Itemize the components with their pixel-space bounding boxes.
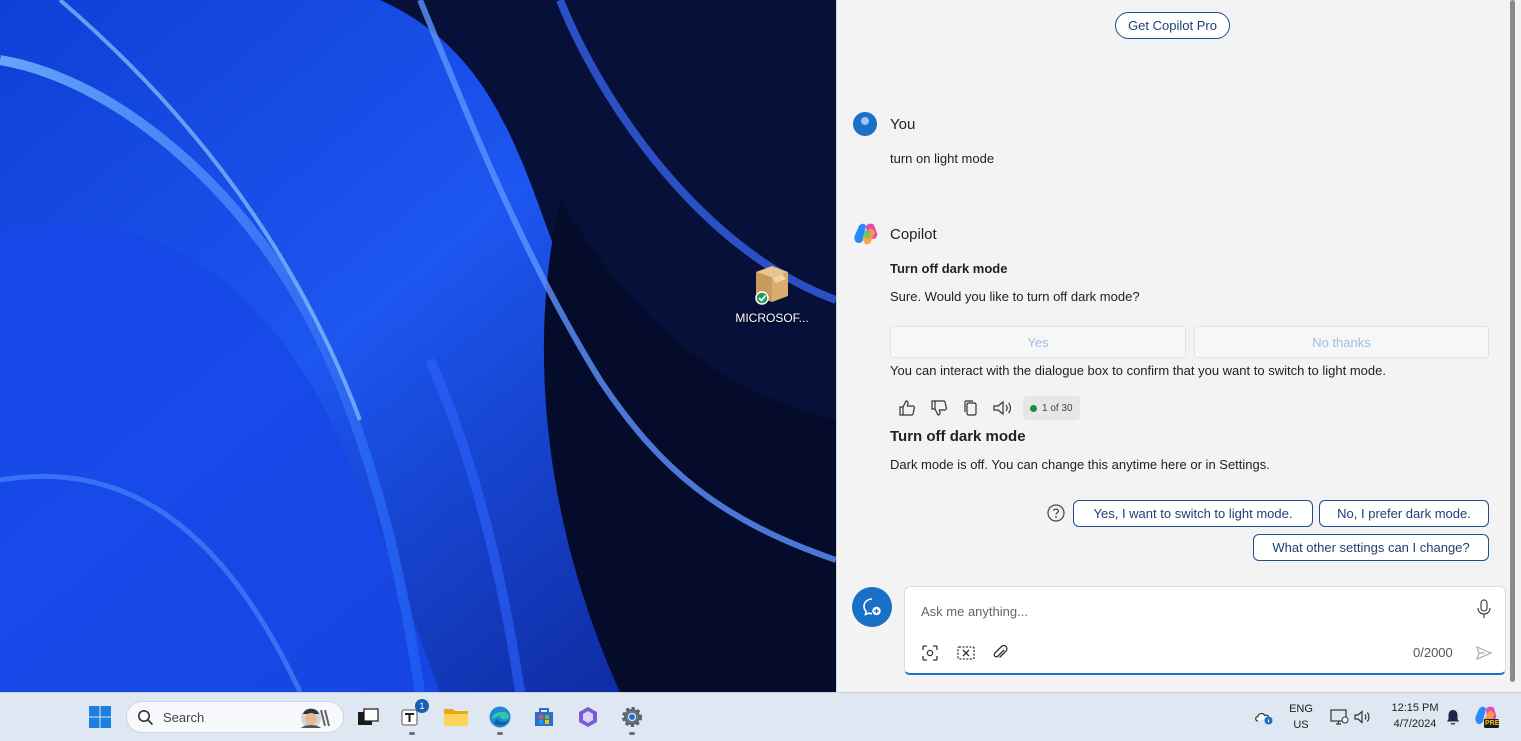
store-icon [535, 708, 553, 726]
language-top[interactable]: ENG [1288, 703, 1314, 715]
copilot-panel: Get Copilot Pro You turn on light mode C… [836, 0, 1521, 692]
microphone-icon[interactable] [1473, 598, 1495, 620]
response-count-badge: 1 of 30 [1023, 396, 1080, 420]
settings-button[interactable] [619, 704, 645, 730]
help-icon[interactable] [1046, 503, 1066, 523]
language-bottom[interactable]: US [1288, 719, 1314, 731]
copilot-taskbar-button[interactable] [575, 704, 601, 730]
user-message: turn on light mode [890, 151, 995, 166]
read-aloud-icon[interactable] [991, 396, 1015, 420]
result-title: Turn off dark mode [890, 428, 1026, 445]
copy-icon[interactable] [959, 396, 983, 420]
store-button[interactable] [531, 704, 557, 730]
result-text: Dark mode is off. You can change this an… [890, 457, 1270, 472]
teams-running-indicator [409, 732, 415, 735]
new-topic-button[interactable] [852, 587, 892, 627]
taskbar-search[interactable]: Search [126, 701, 344, 733]
copilot-logo-icon [854, 223, 878, 245]
edge-running-indicator [497, 732, 503, 735]
copilot-app-icon [579, 707, 597, 727]
thumbs-up-icon[interactable] [895, 396, 919, 420]
onedrive-tray-button[interactable] [1251, 704, 1277, 730]
card-question: Sure. Would you like to turn off dark mo… [890, 289, 1140, 304]
thumbs-down-icon[interactable] [927, 396, 951, 420]
desktop-icon-package[interactable]: MICROSOF... [732, 262, 812, 325]
card-title: Turn off dark mode [890, 261, 1008, 276]
start-button[interactable] [87, 704, 113, 730]
edge-button[interactable] [487, 704, 513, 730]
copilot-preview-button[interactable]: PRE [1474, 704, 1500, 730]
cloud-info-icon [1255, 712, 1273, 725]
taskbar: Search ENG US 12:15 PM 4/7/2024 PRE [0, 692, 1521, 741]
gear-icon [622, 707, 642, 727]
get-copilot-pro-button[interactable]: Get Copilot Pro [1115, 12, 1230, 39]
camera-capture-icon[interactable] [919, 642, 941, 664]
teams-notification-badge: 1 [415, 699, 429, 713]
chat-input-box: 0/2000 [904, 586, 1506, 675]
notification-bell-icon[interactable] [1440, 704, 1466, 730]
response-actions: 1 of 30 [895, 395, 1080, 421]
copilot-name: Copilot [890, 226, 937, 243]
search-highlight-image [301, 708, 330, 728]
attach-icon[interactable] [989, 642, 1011, 664]
search-icon [138, 710, 154, 726]
response-count: 1 of 30 [1042, 402, 1073, 414]
folder-icon [444, 709, 468, 726]
ask-input[interactable] [919, 599, 1463, 623]
task-view-button[interactable] [355, 704, 381, 730]
no-thanks-button[interactable]: No thanks [1194, 326, 1489, 358]
suggestion-dark-mode[interactable]: No, I prefer dark mode. [1319, 500, 1489, 527]
char-count: 0/2000 [1413, 645, 1453, 660]
task-view-icon [358, 708, 379, 725]
user-avatar [853, 112, 877, 136]
yes-button[interactable]: Yes [890, 326, 1186, 358]
desktop: MICROSOF... [0, 0, 836, 692]
suggestion-other-settings[interactable]: What other settings can I change? [1253, 534, 1489, 561]
interact-note: You can interact with the dialogue box t… [890, 363, 1386, 378]
suggestion-light-mode[interactable]: Yes, I want to switch to light mode. [1073, 500, 1313, 527]
volume-icon[interactable] [1350, 704, 1376, 730]
settings-running-indicator [629, 732, 635, 735]
scrollbar[interactable] [1510, 0, 1515, 682]
wallpaper [0, 0, 836, 692]
screenshot-icon[interactable] [955, 642, 977, 664]
send-icon[interactable] [1473, 642, 1495, 664]
package-icon [755, 266, 788, 305]
status-dot [1030, 404, 1037, 412]
desktop-icon-label: MICROSOF... [735, 311, 809, 325]
search-label: Search [163, 710, 205, 725]
new-chat-icon [863, 598, 881, 616]
file-explorer-button[interactable] [443, 704, 469, 730]
edge-icon [489, 706, 511, 728]
windows-logo-icon [89, 706, 111, 728]
network-icon[interactable] [1326, 704, 1352, 730]
user-name: You [890, 116, 916, 133]
preview-tag: PRE [1485, 720, 1500, 727]
